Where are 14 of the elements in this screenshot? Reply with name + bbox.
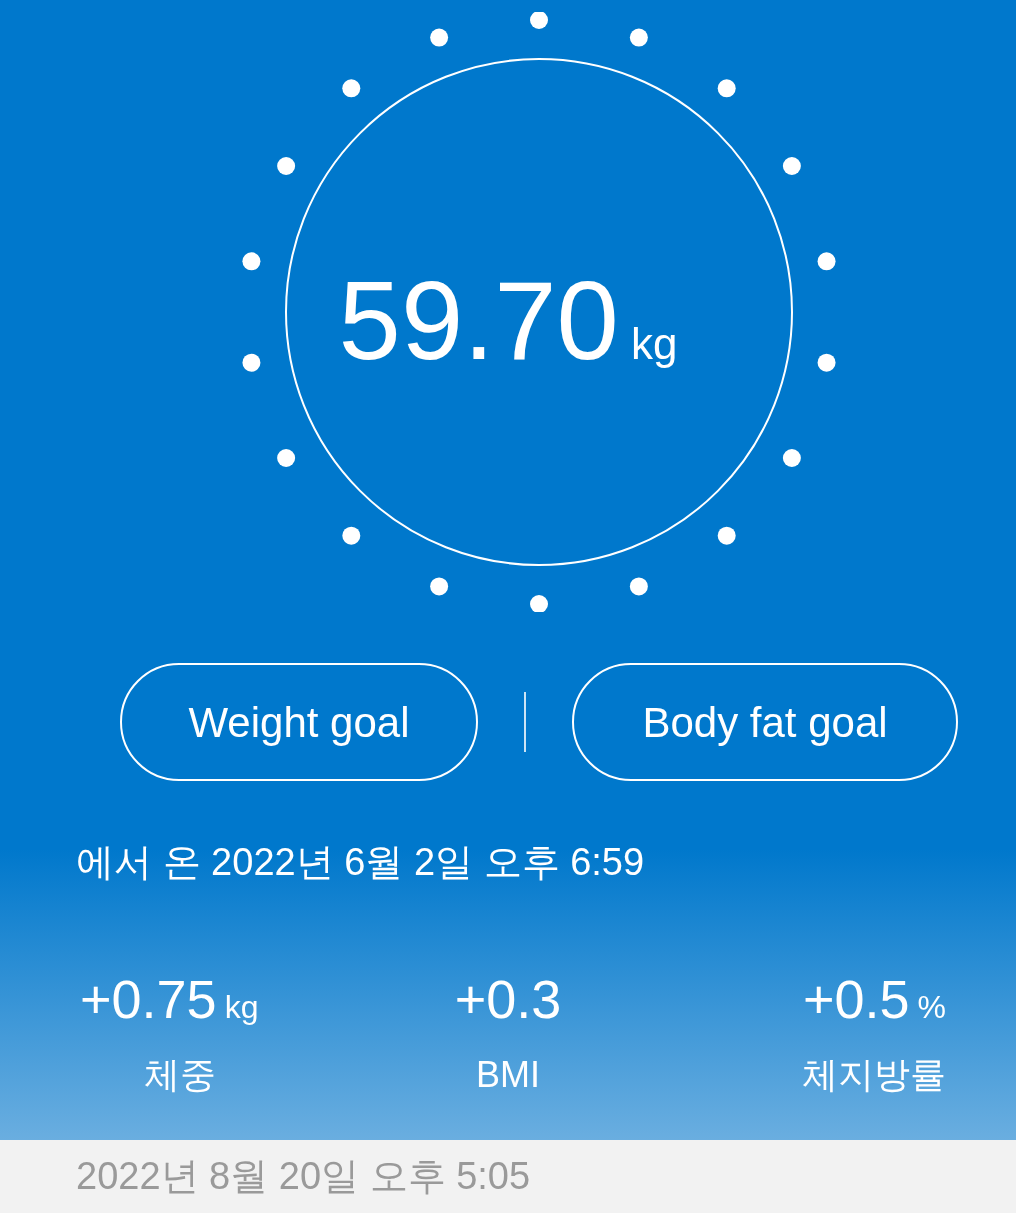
change-label: 체지방률 <box>802 1053 946 1097</box>
change-label: BMI <box>476 1053 540 1097</box>
goal-button[interactable]: Weight goal <box>120 663 478 781</box>
change-label: 체중 <box>144 1053 216 1097</box>
weight-unit: kg <box>630 322 678 366</box>
change-value: +0.5 <box>802 972 910 1026</box>
change-value: +0.75 <box>80 972 217 1026</box>
change-unit: kg <box>224 991 259 1023</box>
weight-value: 59.70 <box>338 265 619 377</box>
change-value: +0.3 <box>454 972 562 1026</box>
date-header: 2022년 8월 20일 오후 5:05 <box>76 1154 531 1199</box>
source-text: 에서 온 2022년 6월 2일 오후 6:59 <box>76 841 645 883</box>
goal-button[interactable]: Body fat goal <box>572 663 958 781</box>
change-unit: % <box>917 991 946 1023</box>
